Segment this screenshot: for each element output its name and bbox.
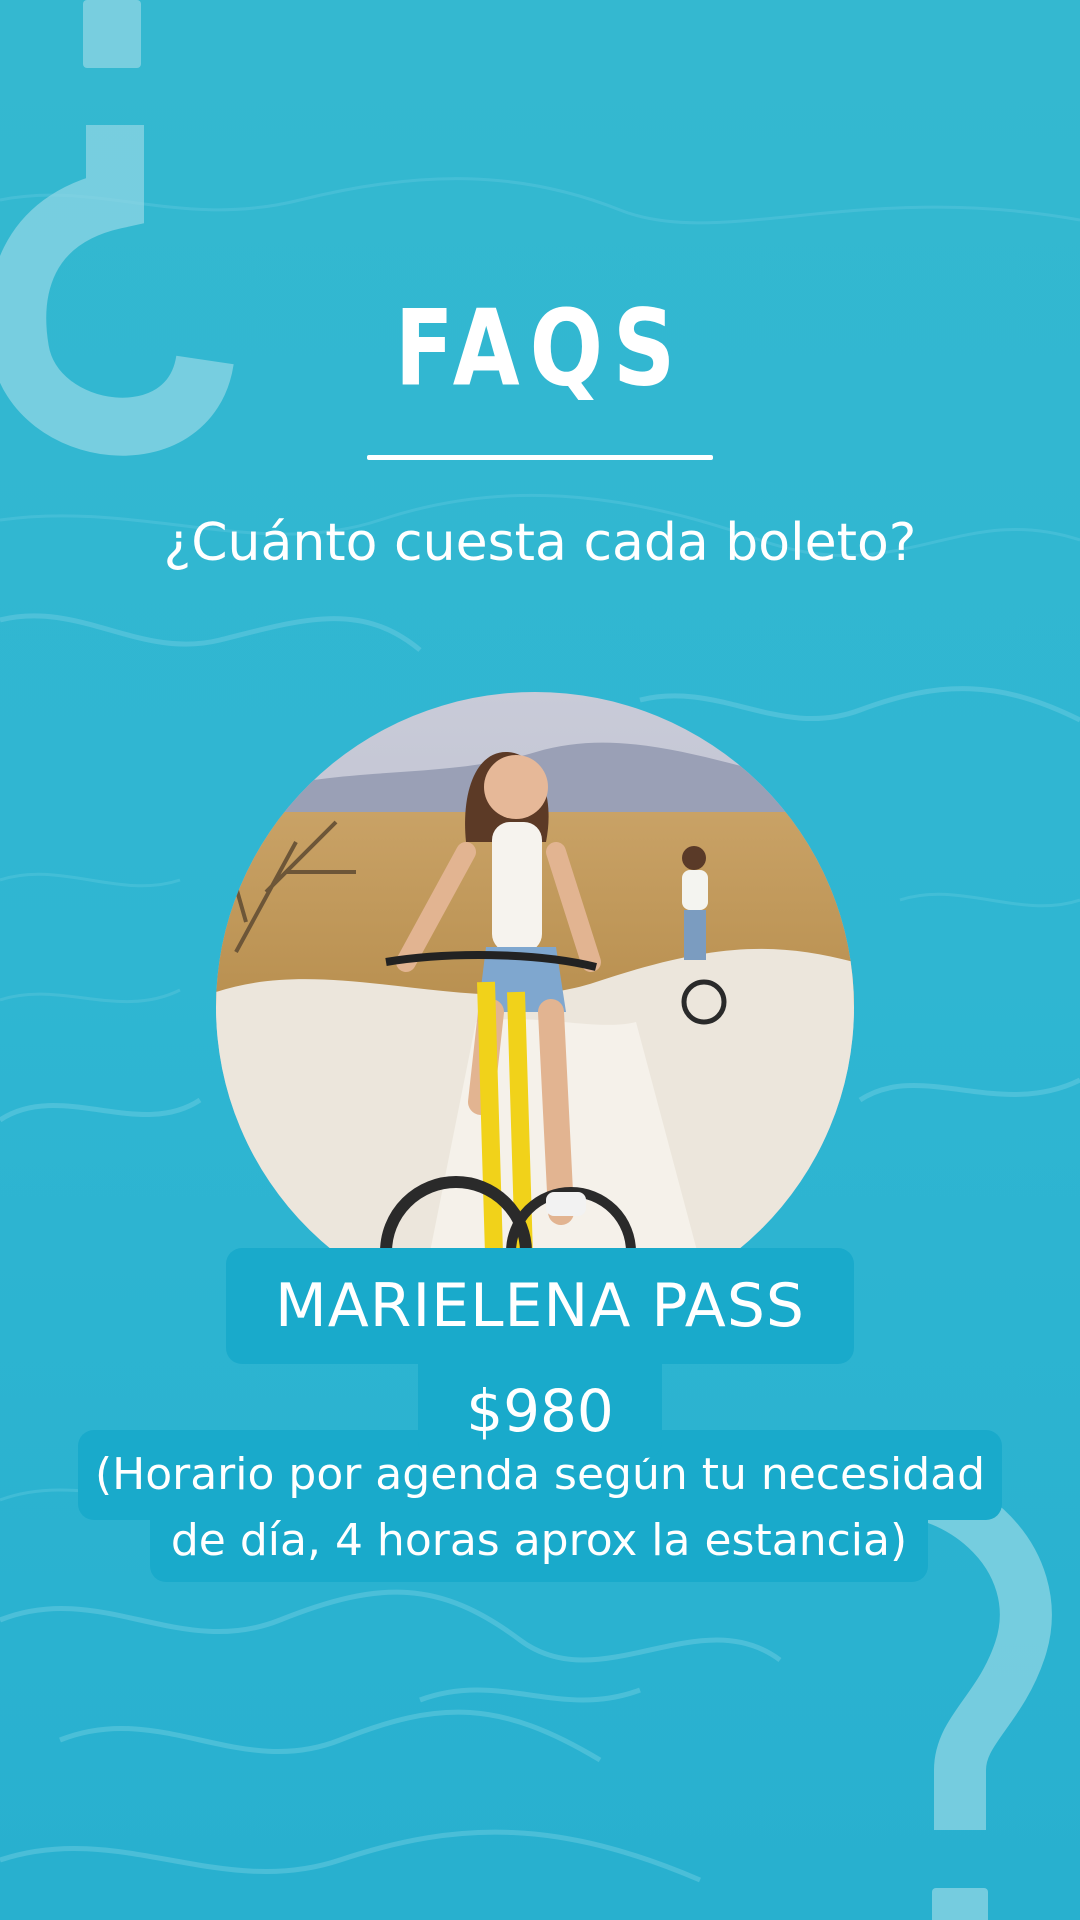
pass-note-line-2: de día, 4 horas aprox la estancia) xyxy=(150,1500,928,1582)
cyclists-photo xyxy=(216,692,854,1322)
inverted-question-mark-icon xyxy=(0,0,234,456)
title-divider xyxy=(367,455,713,460)
pass-name: MARIELENA PASS xyxy=(226,1248,854,1364)
pass-price: $980 xyxy=(418,1364,662,1458)
faq-question: ¿Cuánto cuesta cada boleto? xyxy=(163,513,917,573)
page-title: FAQS xyxy=(394,286,686,410)
